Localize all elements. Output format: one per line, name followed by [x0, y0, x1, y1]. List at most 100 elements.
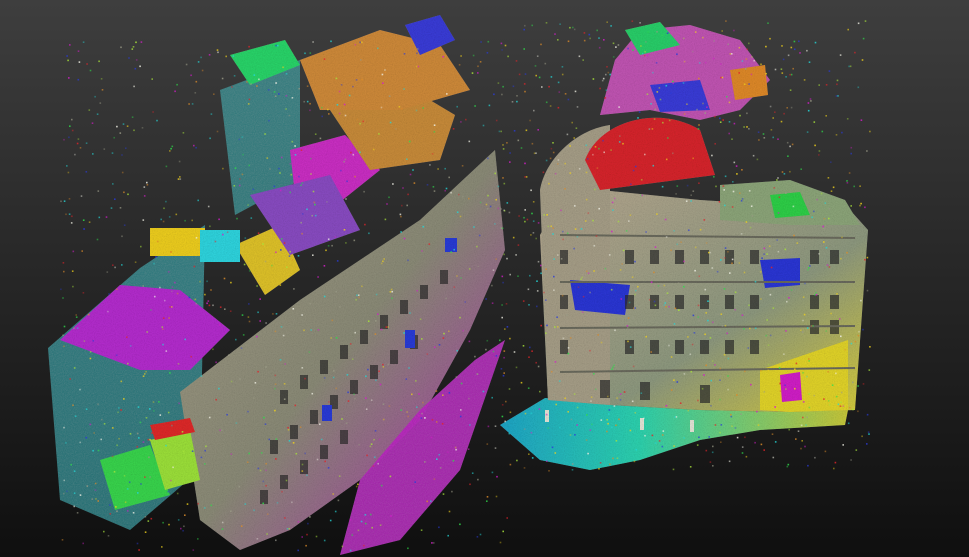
point [494, 447, 497, 449]
point [596, 167, 599, 169]
point [438, 526, 440, 529]
point [760, 88, 762, 91]
point [835, 134, 838, 136]
point [808, 393, 811, 395]
point [663, 304, 665, 306]
point [648, 298, 651, 301]
point [508, 211, 511, 214]
point [257, 467, 260, 470]
point [653, 300, 656, 303]
point [471, 472, 474, 474]
point [676, 185, 679, 187]
point [607, 422, 609, 425]
point [557, 81, 560, 84]
point [757, 424, 760, 426]
point [634, 293, 636, 296]
point [194, 92, 197, 94]
right-magenta-accent [780, 372, 802, 402]
point [454, 446, 457, 449]
point [448, 176, 450, 179]
point [740, 233, 743, 235]
point [718, 201, 721, 203]
point [665, 84, 668, 87]
point [670, 92, 672, 94]
point [363, 190, 365, 193]
point [176, 83, 178, 86]
point [415, 109, 418, 112]
point [501, 49, 503, 51]
point [71, 118, 73, 121]
point [574, 90, 577, 93]
point [728, 460, 731, 463]
point [583, 32, 586, 34]
point [380, 106, 383, 109]
point [370, 513, 372, 516]
point [733, 29, 735, 32]
point [727, 251, 729, 253]
point [536, 55, 539, 57]
point [561, 73, 564, 76]
point [314, 203, 316, 206]
3d-viewport[interactable] [0, 0, 969, 557]
point [129, 433, 132, 435]
point [612, 209, 614, 211]
point [814, 456, 816, 459]
point [241, 173, 244, 176]
point [85, 171, 88, 173]
point [559, 166, 561, 169]
point [766, 253, 768, 255]
point [746, 112, 748, 115]
point [676, 47, 678, 50]
point [534, 65, 537, 67]
point [729, 53, 732, 55]
point [222, 233, 224, 236]
point [596, 29, 598, 32]
point [783, 173, 786, 175]
point [242, 153, 244, 156]
point [698, 320, 700, 322]
point [167, 411, 170, 414]
point [341, 545, 344, 548]
point [509, 463, 512, 466]
point [763, 391, 766, 393]
point [569, 145, 571, 147]
point [290, 173, 293, 176]
point [784, 384, 786, 386]
point [778, 367, 781, 369]
point [667, 137, 669, 139]
point [414, 481, 416, 483]
point [743, 328, 745, 330]
point [608, 409, 611, 411]
point [248, 270, 251, 272]
point [550, 211, 552, 214]
point [532, 201, 535, 203]
point [705, 312, 707, 314]
point [331, 244, 333, 247]
point [631, 276, 634, 278]
point [545, 101, 548, 104]
point [608, 413, 610, 415]
point [107, 310, 109, 313]
point [712, 321, 714, 324]
point [837, 384, 840, 386]
point [760, 63, 762, 66]
point [560, 209, 562, 212]
point [343, 103, 346, 106]
point [619, 393, 622, 395]
point [274, 95, 277, 97]
point-cloud-canvas[interactable] [0, 0, 969, 557]
point [295, 452, 298, 455]
point [790, 106, 793, 109]
point [285, 95, 288, 97]
point [495, 495, 498, 498]
point [696, 444, 699, 446]
point [767, 344, 770, 346]
point [464, 301, 466, 303]
point [146, 331, 148, 333]
point [275, 313, 278, 315]
point [306, 474, 308, 477]
point [828, 217, 830, 220]
point [617, 44, 620, 46]
point [179, 178, 182, 180]
point [509, 411, 512, 414]
